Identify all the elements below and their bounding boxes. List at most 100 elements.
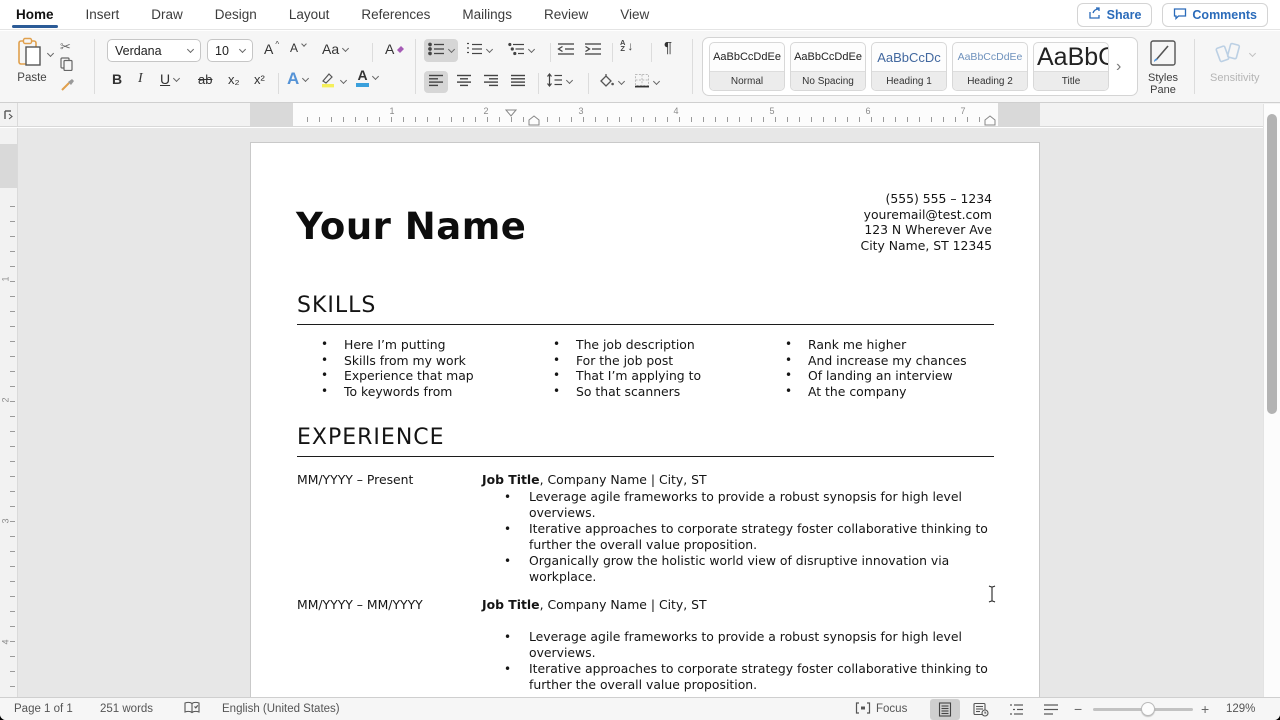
word-count[interactable]: 251 words bbox=[100, 698, 153, 720]
cut-button[interactable]: ✂ bbox=[60, 39, 71, 55]
share-icon bbox=[1088, 7, 1102, 23]
tab-layout[interactable]: Layout bbox=[287, 3, 332, 26]
zoom-in-button[interactable]: + bbox=[1201, 698, 1209, 720]
style-no-spacing[interactable]: AaBbCcDdEe No Spacing bbox=[790, 42, 866, 91]
text-effects-button[interactable]: A bbox=[287, 69, 308, 89]
underline-button[interactable]: U bbox=[160, 71, 179, 87]
experience-bullet: Organically grow the holistic world view… bbox=[482, 553, 994, 585]
italic-button[interactable]: I bbox=[138, 71, 143, 87]
horizontal-ruler[interactable]: 1 2 3 4 5 6 7 bbox=[0, 103, 1280, 127]
highlight-button[interactable] bbox=[320, 71, 346, 91]
tab-mailings[interactable]: Mailings bbox=[460, 3, 514, 26]
tab-review[interactable]: Review bbox=[542, 3, 590, 26]
tab-references[interactable]: References bbox=[359, 3, 432, 26]
justify-button[interactable] bbox=[510, 74, 526, 90]
draft-icon bbox=[1043, 703, 1059, 716]
line-spacing-button[interactable] bbox=[546, 73, 572, 90]
share-button[interactable]: Share bbox=[1077, 3, 1153, 27]
font-color-bar bbox=[356, 83, 369, 87]
align-right-button[interactable] bbox=[483, 74, 499, 90]
strikethrough-button[interactable]: ab bbox=[198, 72, 212, 87]
tab-stop-selector[interactable] bbox=[0, 103, 18, 127]
numbering-button[interactable] bbox=[466, 42, 492, 59]
align-center-button[interactable] bbox=[456, 74, 472, 90]
ribbon-divider bbox=[651, 43, 652, 62]
sort-icon: AZ bbox=[620, 40, 625, 52]
more-styles-chevron[interactable]: › bbox=[1116, 58, 1121, 76]
ribbon: Paste ✂ Verdana 10 bbox=[0, 31, 1280, 103]
style-title[interactable]: AaBbC Title bbox=[1033, 42, 1109, 91]
sensitivity-button[interactable]: Sensitivity bbox=[1210, 40, 1260, 84]
status-bar: Page 1 of 1 251 words English (United St… bbox=[0, 697, 1280, 720]
shading-button[interactable] bbox=[598, 73, 624, 91]
ruler-left-margin bbox=[250, 103, 293, 126]
chevron-down-icon bbox=[1249, 50, 1256, 57]
align-left-button[interactable] bbox=[424, 71, 448, 93]
tab-draw[interactable]: Draw bbox=[149, 3, 185, 26]
paste-button[interactable] bbox=[16, 37, 53, 72]
increase-indent-button[interactable] bbox=[584, 42, 602, 59]
decrease-indent-button[interactable] bbox=[557, 42, 575, 59]
web-layout-view-button[interactable] bbox=[966, 699, 996, 720]
subscript-button[interactable]: x₂ bbox=[228, 72, 240, 87]
draft-view-button[interactable] bbox=[1036, 699, 1066, 720]
tab-home[interactable]: Home bbox=[14, 3, 56, 26]
format-painter-button[interactable] bbox=[60, 77, 76, 96]
experience-bullet: Iterative approaches to corporate strate… bbox=[482, 661, 994, 693]
ruler-number: 2 bbox=[1, 397, 11, 402]
ruler-number: 1 bbox=[1, 276, 11, 281]
align-right-icon bbox=[483, 74, 499, 90]
font-size-select[interactable]: 10 bbox=[207, 39, 253, 62]
superscript-button[interactable]: x² bbox=[254, 72, 265, 87]
zoom-slider-handle[interactable] bbox=[1141, 702, 1155, 716]
comments-button[interactable]: Comments bbox=[1162, 3, 1268, 27]
sensitivity-icon bbox=[1214, 40, 1244, 69]
grow-font-button[interactable]: A^ bbox=[264, 41, 279, 57]
style-normal[interactable]: AaBbCcDdEe Normal bbox=[709, 42, 785, 91]
scrollbar-thumb[interactable] bbox=[1267, 114, 1277, 414]
focus-toggle[interactable]: Focus bbox=[855, 698, 907, 720]
language-status[interactable]: English (United States) bbox=[222, 698, 340, 720]
experience-title-line: Job Title, Company Name | City, ST bbox=[482, 472, 994, 488]
experience-heading: EXPERIENCE bbox=[297, 425, 445, 450]
tab-view[interactable]: View bbox=[618, 3, 651, 26]
ribbon-divider bbox=[278, 73, 279, 94]
spellcheck-status[interactable] bbox=[184, 698, 200, 720]
print-layout-view-button[interactable] bbox=[930, 699, 960, 720]
first-line-indent-marker[interactable] bbox=[505, 104, 517, 122]
sort-button[interactable]: AZ ↓ bbox=[620, 39, 633, 53]
format-painter-icon bbox=[60, 77, 76, 96]
zoom-level[interactable]: 129% bbox=[1226, 698, 1255, 720]
chevron-down-icon bbox=[187, 46, 194, 53]
skills-column-1: Here I’m putting Skills from my work Exp… bbox=[315, 337, 474, 400]
multilevel-list-button[interactable] bbox=[508, 42, 534, 59]
shrink-font-button[interactable]: A bbox=[290, 41, 306, 55]
spellcheck-book-icon bbox=[184, 701, 200, 717]
ruler-number: 3 bbox=[578, 106, 583, 116]
borders-button[interactable] bbox=[634, 73, 659, 91]
zoom-out-button[interactable]: − bbox=[1074, 698, 1082, 720]
style-heading-1[interactable]: AaBbCcDc Heading 1 bbox=[871, 42, 947, 91]
show-paragraph-marks-button[interactable]: ¶ bbox=[664, 39, 672, 56]
clear-formatting-button[interactable]: A bbox=[385, 41, 405, 57]
experience-rule bbox=[297, 456, 994, 457]
style-heading-2[interactable]: AaBbCcDdEe Heading 2 bbox=[952, 42, 1028, 91]
document-page[interactable]: (555) 555 – 1234 youremail@test.com 123 … bbox=[250, 142, 1040, 697]
bullets-button[interactable] bbox=[424, 39, 458, 62]
copy-button[interactable] bbox=[60, 57, 73, 74]
paint-bucket-icon bbox=[598, 73, 615, 91]
font-color-button[interactable]: A bbox=[356, 69, 378, 87]
styles-pane-button[interactable]: Styles Pane bbox=[1148, 38, 1178, 96]
vertical-ruler[interactable]: 1 2 3 4 bbox=[0, 128, 18, 697]
outline-view-button[interactable] bbox=[1002, 699, 1032, 720]
skill-item: Experience that map bbox=[315, 368, 474, 384]
change-case-button[interactable]: Aa bbox=[322, 41, 348, 57]
tab-insert[interactable]: Insert bbox=[84, 3, 122, 26]
bold-button[interactable]: B bbox=[112, 71, 122, 87]
chevron-down-icon bbox=[618, 77, 625, 84]
font-name-select[interactable]: Verdana bbox=[107, 39, 201, 62]
vertical-scrollbar[interactable] bbox=[1263, 104, 1280, 697]
page-count[interactable]: Page 1 of 1 bbox=[14, 698, 73, 720]
ruler-number: 1 bbox=[389, 106, 394, 116]
tab-design[interactable]: Design bbox=[213, 3, 259, 26]
